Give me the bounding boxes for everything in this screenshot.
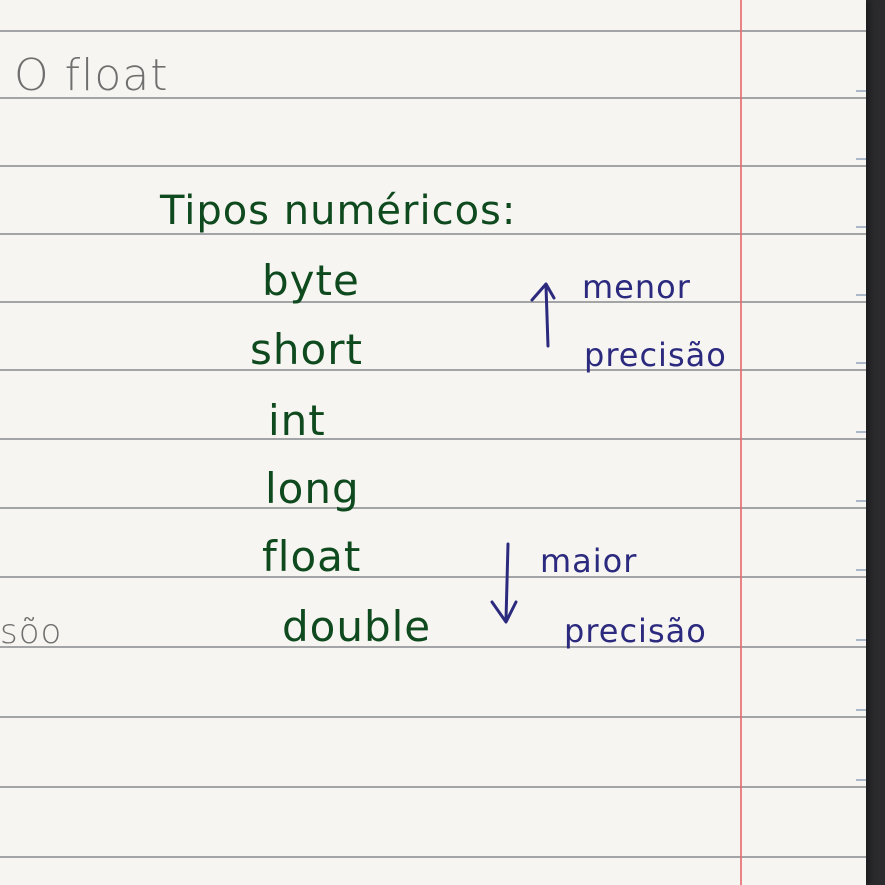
rule-line [0, 786, 866, 788]
rule-line [0, 438, 866, 440]
edge-tick [856, 709, 866, 711]
edge-tick [856, 362, 866, 364]
list-title: Tipos numéricos: [160, 188, 517, 234]
edge-tick [856, 294, 866, 296]
rule-line [0, 301, 866, 303]
page-heading: O float [14, 50, 169, 101]
notebook-page: O float sõo Tipos numéricos: byte short … [0, 0, 866, 885]
rule-line [0, 30, 866, 32]
type-long: long [265, 464, 360, 513]
rule-line [0, 856, 866, 858]
type-short: short [250, 325, 363, 374]
type-double: double [282, 602, 432, 651]
margin-line [740, 0, 742, 885]
annotation-high-line1: maior [540, 542, 638, 580]
rule-line [0, 507, 866, 509]
rule-line [0, 369, 866, 371]
edge-tick [856, 500, 866, 502]
type-int: int [268, 396, 326, 445]
up-arrow-icon [530, 282, 556, 348]
edge-tick [856, 779, 866, 781]
rule-line [0, 716, 866, 718]
edge-tick [856, 431, 866, 433]
edge-tick [856, 226, 866, 228]
down-arrow-icon [490, 542, 518, 624]
rule-line [0, 576, 866, 578]
annotation-high-line2: precisão [564, 612, 707, 650]
edge-tick [856, 158, 866, 160]
rule-line [0, 646, 866, 648]
left-fragment: sõo [0, 612, 63, 652]
type-float: float [262, 532, 362, 581]
type-byte: byte [262, 256, 360, 305]
edge-tick [856, 90, 866, 92]
edge-tick [856, 639, 866, 641]
annotation-low-line1: menor [582, 268, 691, 306]
rule-line [0, 165, 866, 167]
edge-tick [856, 569, 866, 571]
annotation-low-line2: precisão [584, 336, 727, 374]
